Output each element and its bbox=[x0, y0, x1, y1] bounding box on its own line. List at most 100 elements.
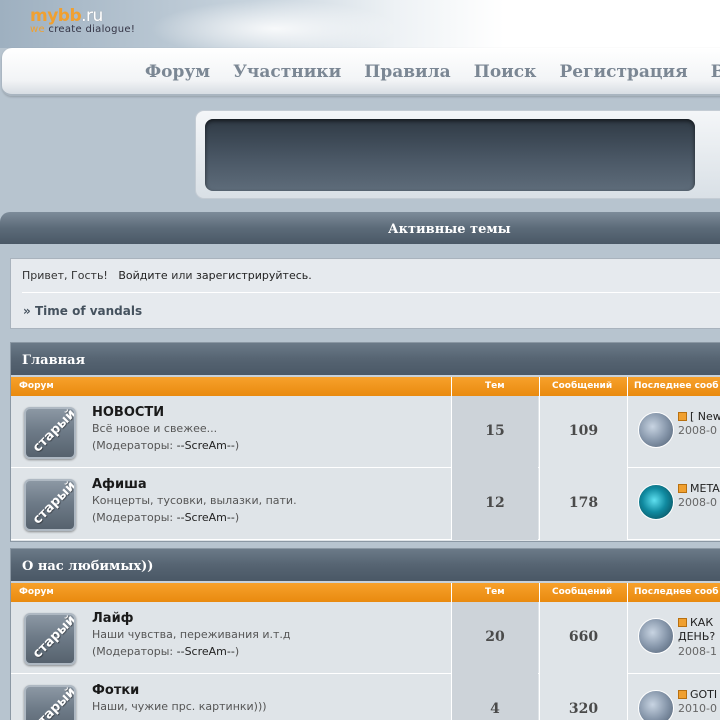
last-post-date: 2008-0 bbox=[678, 424, 717, 437]
col-last-post: Последнее сооб bbox=[634, 587, 719, 597]
or-text: или bbox=[171, 269, 193, 282]
col-divider bbox=[627, 583, 628, 602]
logo-tagline-we: we bbox=[30, 24, 45, 35]
category-header: О нас любимых)) bbox=[11, 549, 720, 583]
breadcrumb-forum-link[interactable]: Time of vandals bbox=[35, 304, 142, 318]
welcome-line: Привет, Гость! Войдите или зарегистрируй… bbox=[22, 269, 312, 282]
logo-tagline-create: create bbox=[48, 24, 82, 35]
forum-title-link[interactable]: НОВОСТИ bbox=[92, 405, 164, 420]
active-topics-bar: Активные темы bbox=[0, 212, 720, 246]
site-header: mybb.ru we create dialogue! bbox=[0, 0, 720, 48]
category-main: Главная Форум Тем Сообщений Последнее со… bbox=[10, 342, 720, 542]
forum-title-link[interactable]: Лайф bbox=[92, 611, 134, 626]
last-post-link[interactable]: META bbox=[678, 482, 720, 495]
col-divider bbox=[451, 377, 452, 396]
nav-login[interactable]: Во bbox=[711, 62, 720, 82]
moderators-label: (Модераторы: bbox=[92, 645, 174, 658]
banner-area bbox=[205, 119, 695, 191]
category-title: Главная bbox=[22, 353, 86, 368]
register-link[interactable]: зарегистрируйтесь. bbox=[196, 269, 312, 282]
topic-count: 4 bbox=[451, 674, 538, 720]
col-divider bbox=[539, 583, 540, 602]
forum-status-icon: старый bbox=[24, 685, 76, 720]
forum-status-icon: старый bbox=[24, 407, 76, 459]
topic-count: 15 bbox=[451, 396, 538, 468]
header-cloud-decoration bbox=[150, 0, 400, 48]
last-post-title: META bbox=[690, 482, 720, 495]
column-headers: Форум Тем Сообщений Последнее сооб bbox=[11, 583, 720, 602]
last-post-link[interactable]: КАК ДЕНЬ? bbox=[678, 616, 720, 644]
avatar[interactable] bbox=[638, 690, 674, 720]
last-post-cell: КАК ДЕНЬ? 2008-1 bbox=[627, 602, 720, 674]
col-divider bbox=[627, 377, 628, 396]
nav-forum[interactable]: Форум bbox=[145, 62, 210, 82]
post-count: 109 bbox=[539, 396, 627, 468]
forum-row: старый НОВОСТИ Всё новое и свежее... (Мо… bbox=[11, 396, 720, 468]
forum-status-label: старый bbox=[30, 685, 76, 720]
breadcrumb-separator: » bbox=[23, 304, 31, 318]
logo-tagline: we create dialogue! bbox=[30, 24, 135, 35]
forum-status-label: старый bbox=[30, 407, 76, 456]
forum-description: Всё новое и свежее... bbox=[92, 422, 218, 435]
moderators-label: (Модераторы: bbox=[92, 511, 174, 524]
avatar[interactable] bbox=[638, 618, 674, 654]
last-post-date: 2008-1 bbox=[678, 645, 717, 658]
nav-register[interactable]: Регистрация bbox=[560, 62, 688, 82]
nav-search[interactable]: Поиск bbox=[474, 62, 537, 82]
column-headers: Форум Тем Сообщений Последнее сооб bbox=[11, 377, 720, 396]
avatar[interactable] bbox=[638, 412, 674, 448]
category-about-us: О нас любимых)) Форум Тем Сообщений Посл… bbox=[10, 548, 720, 720]
col-posts: Сообщений bbox=[552, 587, 613, 597]
category-header: Главная bbox=[11, 343, 720, 377]
col-posts: Сообщений bbox=[552, 381, 613, 391]
avatar[interactable] bbox=[638, 484, 674, 520]
banner-frame bbox=[195, 110, 720, 199]
last-post-date: 2008-0 bbox=[678, 496, 717, 509]
last-post-link[interactable]: GOTI bbox=[678, 688, 720, 701]
last-post-cell: [ New 2008-0 bbox=[627, 396, 720, 468]
forum-status-label: старый bbox=[30, 613, 76, 662]
forum-title-link[interactable]: Фотки bbox=[92, 683, 139, 698]
new-post-icon bbox=[678, 412, 687, 421]
moderator-link[interactable]: --ScreAm-- bbox=[177, 511, 235, 524]
forum-row: старый Фотки Наши, чужие прс. картинки))… bbox=[11, 674, 720, 720]
welcome-box: Привет, Гость! Войдите или зарегистрируй… bbox=[10, 258, 720, 329]
category-title: О нас любимых)) bbox=[22, 559, 154, 574]
active-topics-link[interactable]: Активные темы bbox=[388, 222, 511, 237]
last-post-title: [ New bbox=[690, 410, 720, 423]
post-count: 320 bbox=[539, 674, 627, 720]
forum-row: старый Лайф Наши чувства, переживания и.… bbox=[11, 602, 720, 674]
moderator-link[interactable]: --ScreAm-- bbox=[177, 439, 235, 452]
forum-description: Наши чувства, переживания и.т.д bbox=[92, 628, 291, 641]
login-link[interactable]: Войдите bbox=[118, 269, 167, 282]
nav-members[interactable]: Участники bbox=[233, 62, 341, 82]
post-count: 178 bbox=[539, 468, 627, 540]
forum-description: Наши, чужие прс. картинки))) bbox=[92, 700, 267, 713]
forum-status-label: старый bbox=[30, 479, 76, 528]
nav-rules[interactable]: Правила bbox=[364, 62, 450, 82]
forum-moderators: (Модераторы: --ScreAm--) bbox=[92, 645, 239, 658]
last-post-cell: GOTI 2010-0 bbox=[627, 674, 720, 720]
last-post-date: 2010-0 bbox=[678, 702, 717, 715]
last-post-link[interactable]: [ New bbox=[678, 410, 720, 423]
logo-brand-main: mybb bbox=[30, 6, 82, 26]
moderators-label: (Модераторы: bbox=[92, 439, 174, 452]
new-post-icon bbox=[678, 484, 687, 493]
forum-moderators: (Модераторы: --ScreAm--) bbox=[92, 511, 239, 524]
forum-title-link[interactable]: Афиша bbox=[92, 477, 147, 492]
forum-status-icon: старый bbox=[24, 613, 76, 665]
greeting-text: Привет, Гость! bbox=[22, 269, 108, 282]
moderators-close: ) bbox=[234, 511, 240, 524]
moderators-close: ) bbox=[234, 439, 240, 452]
col-last-post: Последнее сооб bbox=[634, 381, 719, 391]
col-forum: Форум bbox=[19, 381, 54, 391]
forum-moderators: (Модераторы: --ScreAm--) bbox=[92, 439, 239, 452]
col-topics: Тем bbox=[485, 381, 505, 391]
col-forum: Форум bbox=[19, 587, 54, 597]
site-logo[interactable]: mybb.ru we create dialogue! bbox=[30, 6, 135, 35]
forum-row: старый Афиша Концерты, тусовки, вылазки,… bbox=[11, 468, 720, 540]
forum-status-icon: старый bbox=[24, 479, 76, 531]
topic-count: 20 bbox=[451, 602, 538, 674]
new-post-icon bbox=[678, 618, 687, 627]
moderator-link[interactable]: --ScreAm-- bbox=[177, 645, 235, 658]
